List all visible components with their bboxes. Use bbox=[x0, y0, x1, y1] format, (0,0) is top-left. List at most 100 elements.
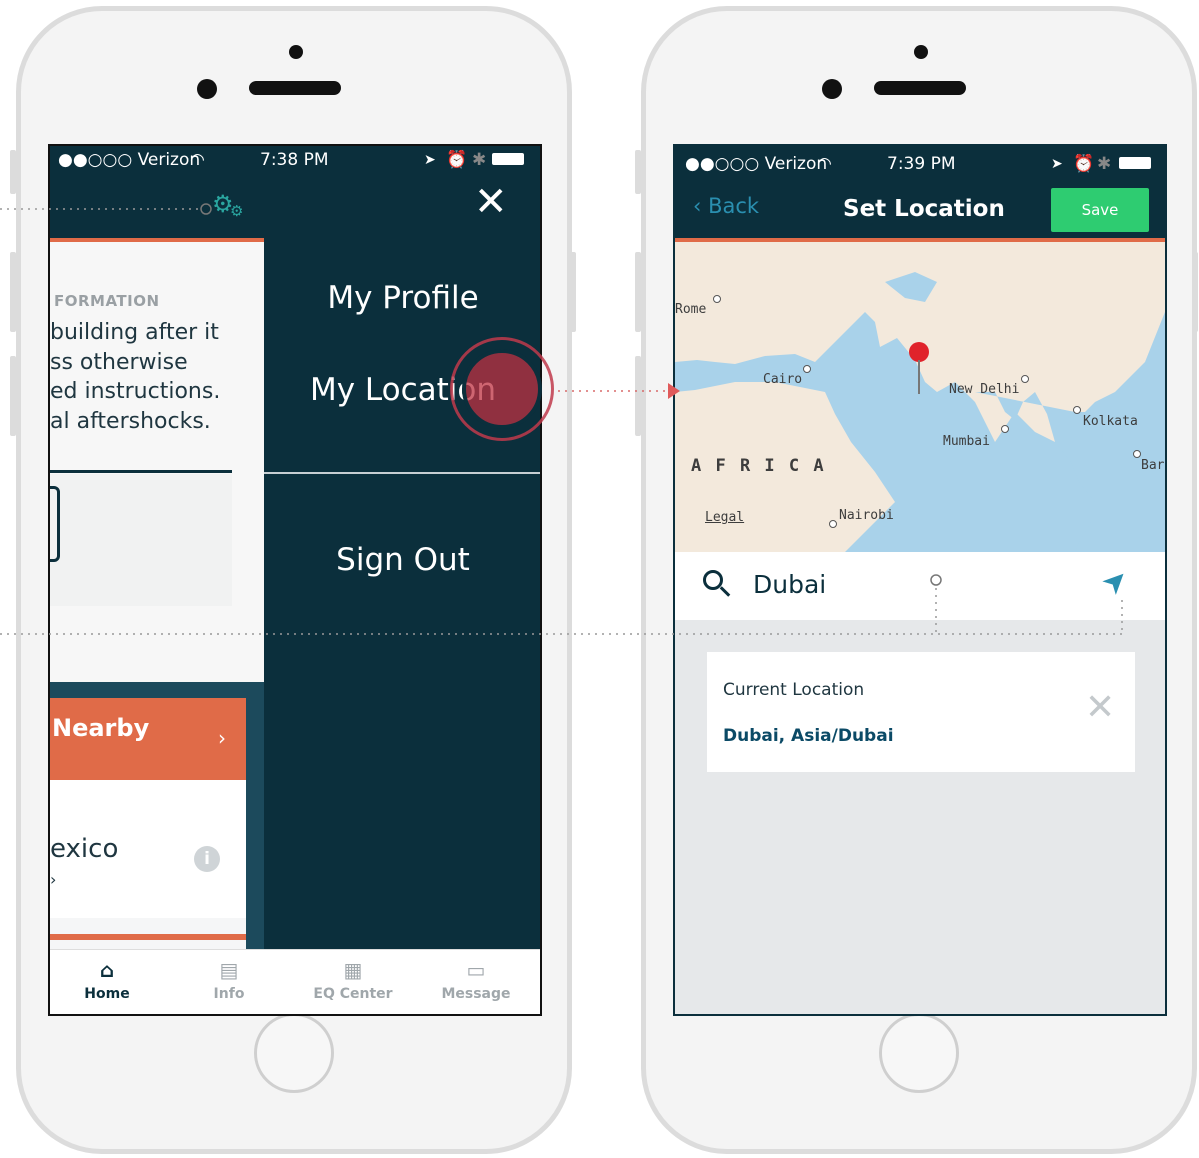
chevron-left-icon: ‹ bbox=[693, 194, 709, 218]
map-label-new-delhi: New Delhi bbox=[949, 382, 1020, 397]
home-button[interactable] bbox=[879, 1013, 959, 1093]
tab-home[interactable]: ⌂ Home bbox=[52, 958, 162, 1002]
nav-title: Set Location bbox=[843, 196, 1005, 222]
info-line-3: ed instructions. bbox=[50, 379, 221, 404]
back-button[interactable]: ‹ Back bbox=[693, 194, 759, 218]
navigation-arrow-icon[interactable]: ➤ bbox=[1094, 560, 1137, 603]
side-strip bbox=[246, 682, 264, 954]
map-dot bbox=[1073, 406, 1081, 414]
sensor bbox=[197, 79, 217, 99]
home-screen: ⚙ ⚙ FORMATION building after it ss other… bbox=[50, 146, 264, 954]
tab-eq-center[interactable]: ▦ EQ Center bbox=[298, 958, 408, 1002]
battery-icon bbox=[492, 153, 524, 165]
building-icon: ▦ bbox=[343, 958, 363, 982]
clock: 7:38 PM bbox=[260, 150, 329, 170]
current-location-value: Dubai, Asia/Dubai bbox=[723, 726, 894, 746]
map-view[interactable]: Rome Cairo New Delhi Kolkata Mumbai A F … bbox=[675, 242, 1165, 552]
map-label-africa: A F R I C A bbox=[691, 456, 826, 476]
home-icon: ⌂ bbox=[99, 958, 115, 982]
side-menu-drawer: ✕ My Profile My Location Sign Out bbox=[264, 146, 540, 954]
speaker bbox=[249, 81, 341, 95]
carrier-label: ●●○○○ Verizon bbox=[685, 154, 828, 174]
bluetooth-icon: ✱ bbox=[1097, 154, 1112, 174]
carrier-label: ●●○○○ Verizon bbox=[58, 150, 201, 170]
message-icon: ▭ bbox=[466, 958, 486, 982]
status-bar-right: ●●○○○ Verizon ◠ 7:39 PM ➤ ⏰ ✱ bbox=[675, 150, 1165, 178]
tab-info[interactable]: ▤ Info bbox=[174, 958, 284, 1002]
card-edge bbox=[50, 486, 60, 562]
tab-message[interactable]: ▭ Message bbox=[421, 958, 531, 1002]
bluetooth-icon: ✱ bbox=[472, 150, 487, 170]
location-arrow-icon: ➤ bbox=[1051, 156, 1063, 172]
menu-divider bbox=[264, 472, 540, 474]
placeholder-card bbox=[50, 474, 232, 606]
nearby-label: Nearby bbox=[52, 714, 150, 742]
current-location-label: Current Location bbox=[723, 680, 865, 700]
next-card-edge bbox=[50, 934, 246, 940]
screen-right: ‹ Back Set Location Save Rome Cairo New … bbox=[673, 144, 1167, 1016]
nearby-button[interactable]: Nearby › bbox=[50, 698, 246, 780]
divider bbox=[50, 470, 232, 473]
map-label-nairobi: Nairobi bbox=[839, 508, 894, 523]
location-arrow-icon: ➤ bbox=[424, 152, 436, 168]
info-line-2: ss otherwise bbox=[50, 349, 188, 375]
info-line-1: building after it bbox=[50, 320, 219, 345]
alarm-icon: ⏰ bbox=[1073, 154, 1095, 174]
camera bbox=[914, 45, 928, 59]
map-dot bbox=[829, 520, 837, 528]
current-location-card: Current Location Dubai, Asia/Dubai ✕ bbox=[707, 652, 1135, 772]
list-item-text: exico bbox=[50, 834, 119, 864]
map-label-bar: Bar bbox=[1141, 458, 1165, 473]
menu-sign-out[interactable]: Sign Out bbox=[264, 542, 540, 578]
list-item[interactable]: exico › i bbox=[50, 780, 246, 918]
home-button[interactable] bbox=[254, 1013, 334, 1093]
clock: 7:39 PM bbox=[887, 154, 956, 174]
map-dot bbox=[1133, 450, 1141, 458]
status-bar-left: ●●○○○ Verizon ◠ 7:38 PM ➤ ⏰ ✱ bbox=[50, 146, 540, 174]
close-icon[interactable]: ✕ bbox=[474, 182, 508, 222]
info-body: building after it ss otherwise ed instru… bbox=[50, 318, 220, 436]
screen-left: ⚙ ⚙ FORMATION building after it ss other… bbox=[48, 144, 542, 1016]
volume-up bbox=[635, 252, 641, 332]
wifi-icon: ◠ bbox=[190, 150, 205, 170]
search-bar: Dubai ➤ bbox=[675, 552, 1165, 620]
tab-info-label: Info bbox=[213, 986, 245, 1002]
back-label: Back bbox=[708, 194, 760, 218]
map-landmass bbox=[675, 242, 1165, 552]
tap-highlight-dot bbox=[462, 349, 542, 429]
sensor bbox=[822, 79, 842, 99]
tab-home-label: Home bbox=[84, 986, 130, 1002]
mute-switch bbox=[10, 150, 16, 194]
map-label-kolkata: Kolkata bbox=[1083, 414, 1138, 429]
settings-gear-small-icon: ⚙ bbox=[230, 202, 244, 220]
tab-message-label: Message bbox=[441, 986, 511, 1002]
tap-highlight-ring bbox=[450, 337, 554, 441]
chevron-right-icon: › bbox=[218, 726, 226, 750]
map-dot bbox=[803, 365, 811, 373]
info-panel: FORMATION building after it ss otherwise… bbox=[50, 242, 264, 682]
info-icon: ▤ bbox=[219, 958, 239, 982]
battery-icon bbox=[1119, 157, 1151, 169]
wifi-icon: ◠ bbox=[817, 154, 832, 174]
alarm-icon: ⏰ bbox=[446, 150, 468, 170]
search-handle bbox=[719, 586, 731, 597]
info-circle-icon[interactable]: i bbox=[194, 846, 220, 872]
clear-location-icon[interactable]: ✕ bbox=[1085, 690, 1115, 726]
map-dot bbox=[1021, 375, 1029, 383]
map-label-rome: Rome bbox=[675, 302, 707, 317]
map-label-mumbai: Mumbai bbox=[943, 434, 990, 449]
tab-bar: ⌂ Home ▤ Info ▦ EQ Center ▭ Message bbox=[50, 949, 540, 1014]
info-line-4: al aftershocks. bbox=[50, 408, 211, 434]
map-dot bbox=[713, 295, 721, 303]
menu-my-profile[interactable]: My Profile bbox=[264, 280, 540, 316]
save-button[interactable]: Save bbox=[1051, 188, 1149, 232]
map-legal-link[interactable]: Legal bbox=[705, 510, 744, 525]
map-label-cairo: Cairo bbox=[763, 372, 803, 387]
power-button bbox=[1192, 252, 1198, 332]
search-input[interactable]: Dubai bbox=[753, 570, 826, 599]
map-pin-icon[interactable] bbox=[909, 342, 929, 394]
volume-down bbox=[10, 356, 16, 436]
power-button bbox=[570, 252, 576, 332]
volume-down bbox=[635, 356, 641, 436]
map-dot bbox=[1001, 425, 1009, 433]
